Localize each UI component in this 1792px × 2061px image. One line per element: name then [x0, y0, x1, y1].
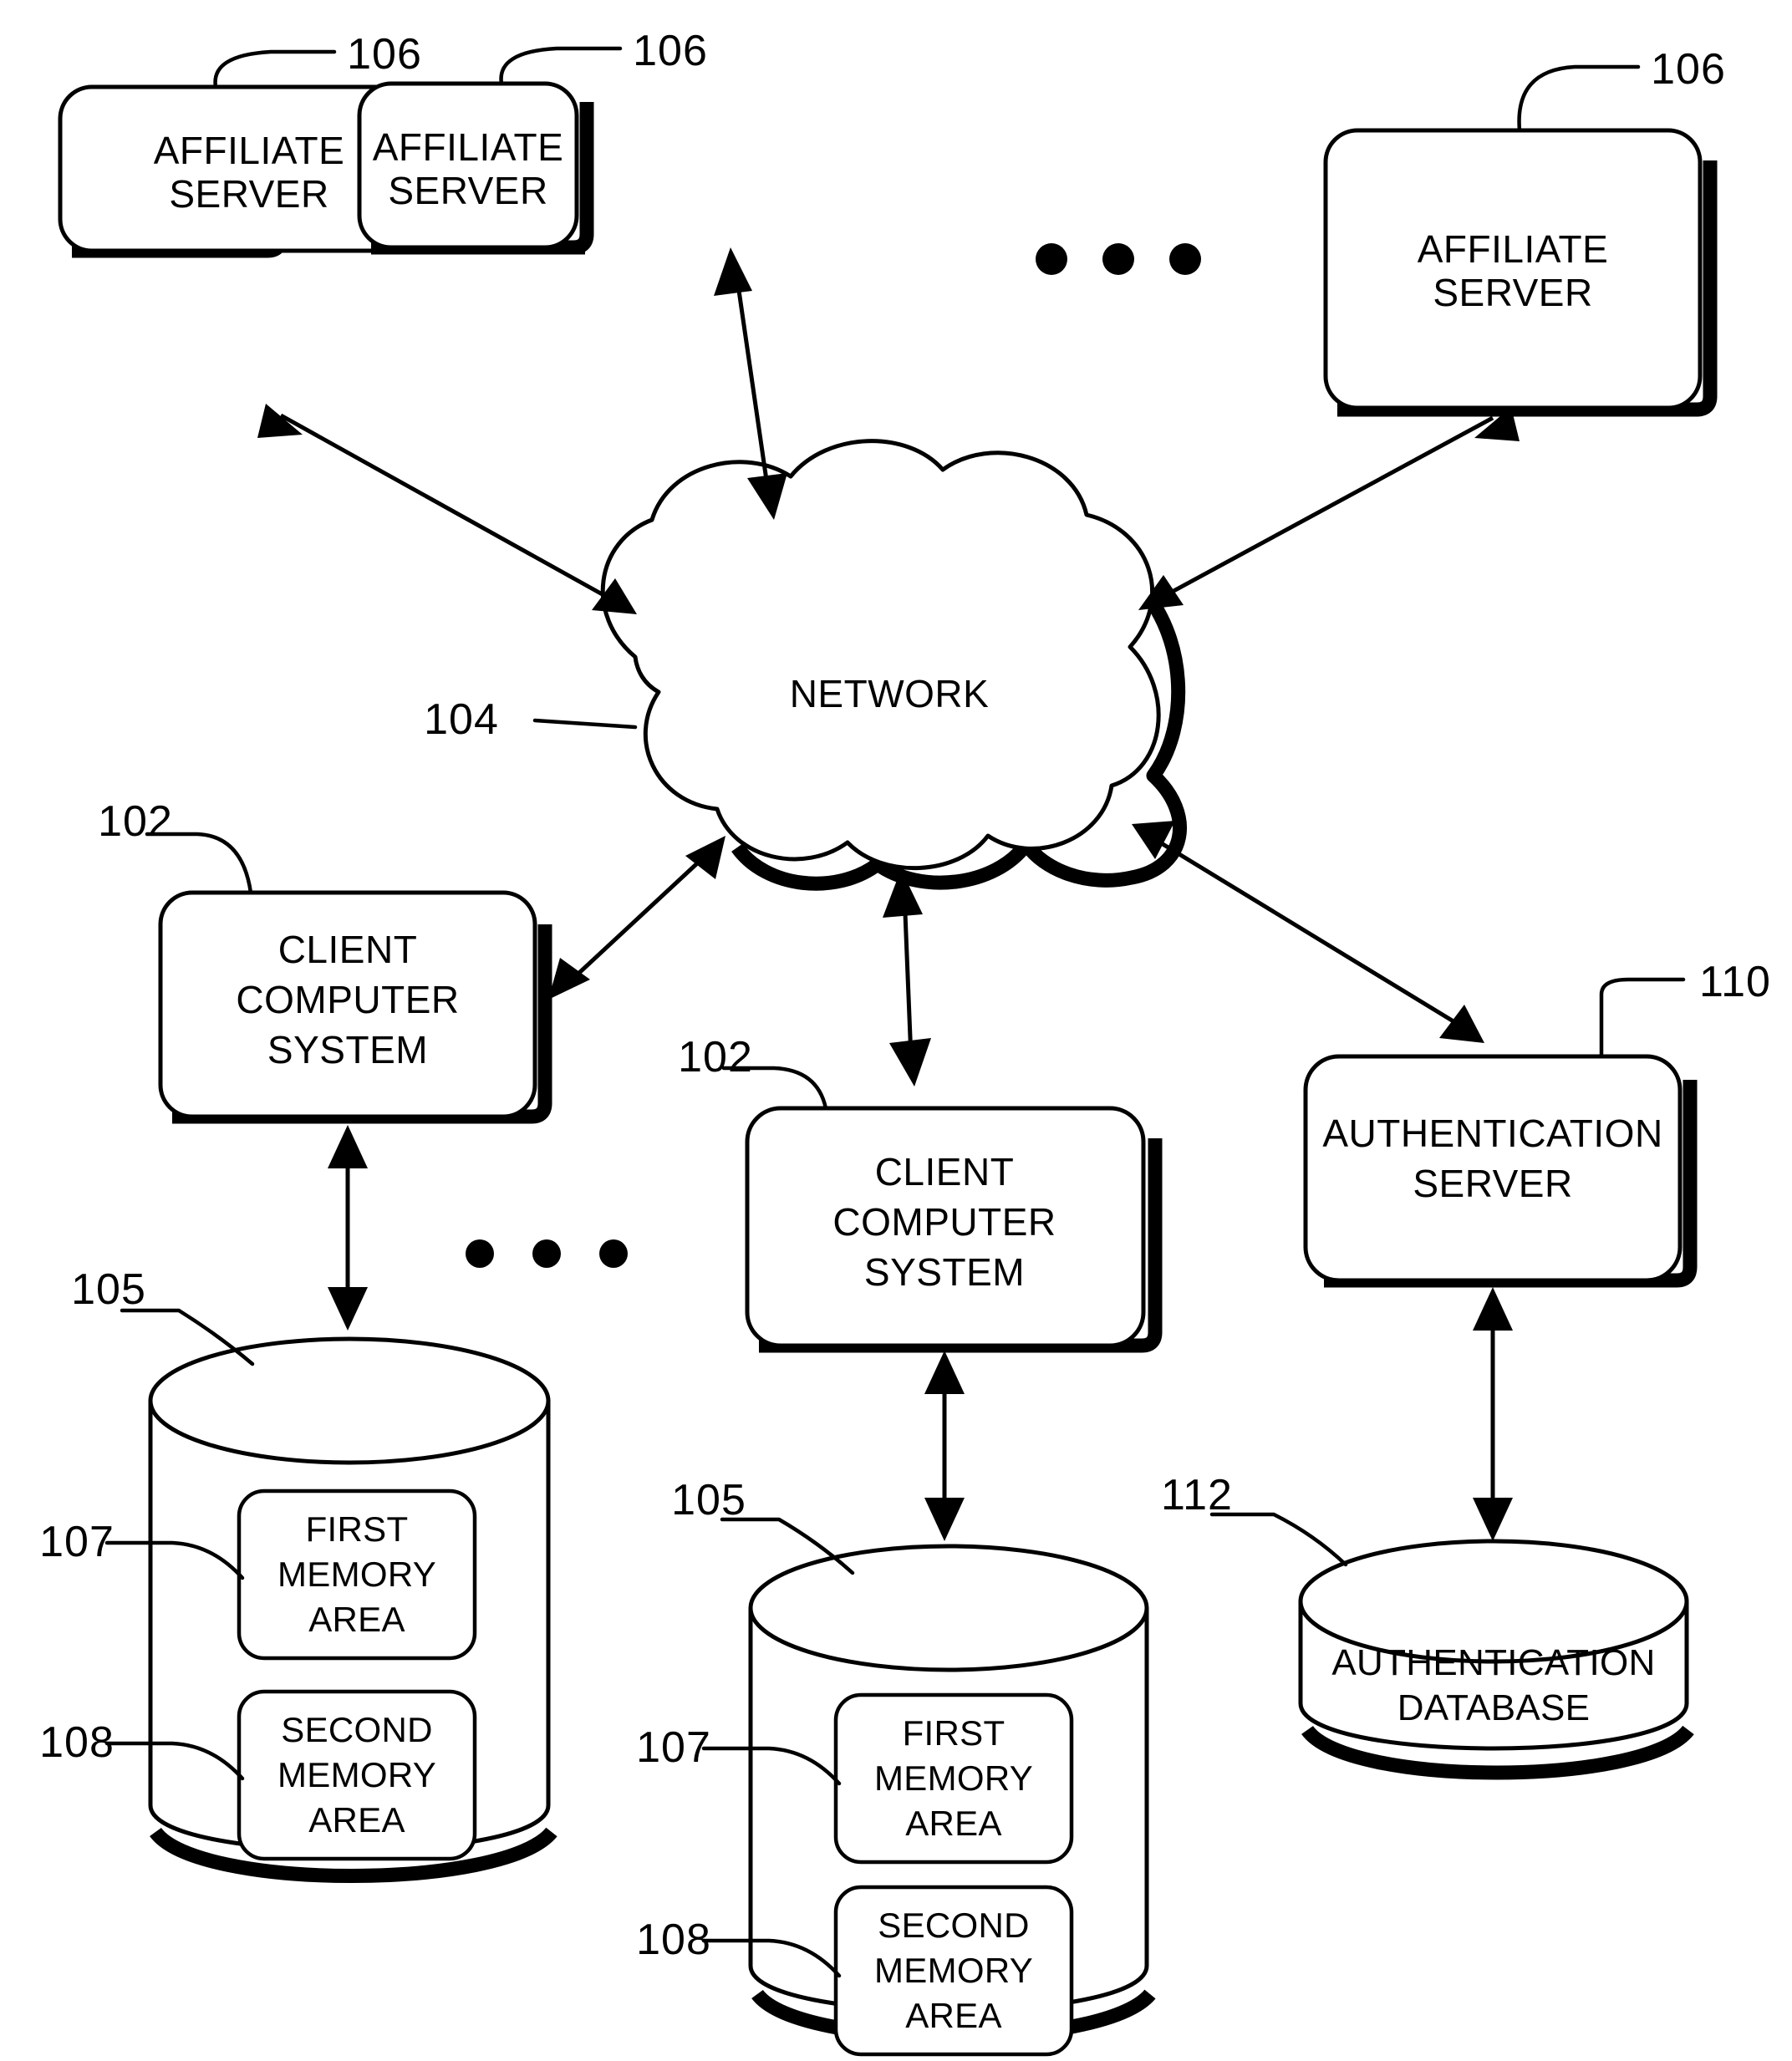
second-memory-area-1-ref: 108	[39, 1718, 115, 1767]
first-memory-area-1-label-line1: FIRST	[306, 1509, 409, 1549]
network-cloud[interactable]: NETWORK 104	[424, 439, 1187, 891]
arrow-affiliate1-cloud	[257, 404, 637, 614]
client-computer-system-1[interactable]: CLIENT COMPUTER SYSTEM 102	[98, 797, 552, 1124]
affiliate-server-2-leader	[499, 46, 623, 86]
network-cloud-label: NETWORK	[790, 672, 990, 715]
client-computer-system-1-ref: 102	[98, 797, 173, 846]
arrow-cloud-authserver-head-right	[1439, 1005, 1484, 1043]
ellipsis-dot-lower-1	[466, 1239, 494, 1268]
second-memory-area-1-label-line2: MEMORY	[277, 1755, 436, 1794]
arrow-client1-cloud-head-right	[685, 836, 725, 879]
first-memory-area-2-label-line1: FIRST	[903, 1713, 1005, 1753]
client-memory-1-ref: 105	[71, 1265, 146, 1314]
arrow-authserver-authdb	[1473, 1287, 1513, 1541]
first-memory-area-2-label-line3: AREA	[905, 1804, 1002, 1843]
affiliate-server-1-leader	[213, 49, 337, 89]
network-architecture-diagram: AFFILIATE SERVER 106 AFFILIATE SERVER 10…	[39, 27, 1771, 2057]
first-memory-area-1-label-line3: AREA	[308, 1600, 405, 1639]
arrow-client2-memory2-head-up	[924, 1351, 965, 1394]
client-memory-1-top-ellipse	[148, 1336, 551, 1465]
arrow-client2-cloud-line	[902, 892, 914, 1059]
client-computer-system-1-label-line1: CLIENT	[278, 928, 418, 971]
arrow-client1-cloud-line	[567, 852, 709, 985]
arrow-affiliate1-cloud-line	[279, 413, 622, 607]
affiliate-server-1-ref: 106	[347, 30, 422, 79]
client-computer-system-1-label-line2: COMPUTER	[236, 978, 459, 1021]
client-computer-system-1-label-line3: SYSTEM	[267, 1028, 428, 1071]
client-memory-2-top-ellipse	[748, 1544, 1149, 1672]
second-memory-area-1[interactable]: SECOND MEMORY AREA	[237, 1689, 477, 1861]
authentication-database-ref: 112	[1161, 1471, 1233, 1519]
network-cloud-shape[interactable]	[600, 439, 1161, 871]
authentication-database-label-line2: DATABASE	[1397, 1687, 1591, 1728]
affiliate-server-2-label-line2: SERVER	[388, 169, 547, 212]
client-computer-system-2-ref: 102	[678, 1033, 753, 1081]
client-system-ellipsis	[466, 1239, 628, 1268]
arrow-cloud-authserver-line	[1150, 835, 1466, 1030]
arrow-client2-cloud	[883, 869, 931, 1086]
arrow-client1-memory1-head-up	[328, 1125, 368, 1168]
client-computer-system-2-label-line3: SYSTEM	[864, 1250, 1025, 1294]
first-memory-area-1[interactable]: FIRST MEMORY AREA	[237, 1488, 477, 1661]
arrow-authserver-authdb-head-up	[1473, 1287, 1513, 1331]
ellipsis-dot-3	[1169, 243, 1201, 275]
authentication-server-label-line2: SERVER	[1413, 1162, 1572, 1205]
ellipsis-dot-lower-3	[599, 1239, 628, 1268]
first-memory-area-1-ref: 107	[39, 1518, 115, 1566]
arrow-client1-memory1	[328, 1125, 368, 1331]
second-memory-area-1-label-line3: AREA	[308, 1800, 405, 1840]
affiliate-server-2-ref: 106	[633, 27, 708, 75]
affiliate-server-2-label-line1: AFFILIATE	[373, 125, 564, 169]
authentication-database-leader	[1209, 1512, 1348, 1567]
affiliate-server-1-label-line2: SERVER	[169, 172, 328, 216]
first-memory-area-2-label-line2: MEMORY	[874, 1758, 1033, 1798]
ellipsis-dot-2	[1102, 243, 1134, 275]
arrow-authserver-authdb-head-down	[1473, 1498, 1513, 1541]
network-cloud-leader	[532, 718, 638, 730]
authentication-database[interactable]: AUTHENTICATION DATABASE 112	[1161, 1471, 1694, 1780]
authentication-server-leader	[1599, 977, 1686, 1059]
client-computer-system-2-label-line2: COMPUTER	[832, 1200, 1056, 1244]
authentication-server-ref: 110	[1699, 958, 1771, 1006]
affiliate-server-1-label-line1: AFFILIATE	[154, 129, 345, 172]
ellipsis-dot-lower-2	[532, 1239, 561, 1268]
arrow-client2-cloud-head-down	[889, 1038, 931, 1086]
first-memory-area-2[interactable]: FIRST MEMORY AREA	[833, 1692, 1074, 1865]
patent-figure: AFFILIATE SERVER 106 AFFILIATE SERVER 10…	[0, 0, 1792, 2061]
arrow-client2-memory2-head-down	[924, 1498, 965, 1541]
arrow-client2-memory2	[924, 1351, 965, 1541]
first-memory-area-1-label-line2: MEMORY	[277, 1555, 436, 1594]
affiliate-server-3-label-line2: SERVER	[1433, 271, 1592, 314]
arrow-client1-memory1-head-down	[328, 1287, 368, 1331]
affiliate-server-3-leader	[1517, 64, 1641, 133]
second-memory-area-2-label-line3: AREA	[905, 1996, 1002, 2035]
affiliate-server-3-label-line1: AFFILIATE	[1418, 227, 1609, 271]
affiliate-server-3[interactable]: AFFILIATE SERVER 106	[1323, 45, 1726, 417]
client-computer-system-2-label-line1: CLIENT	[875, 1150, 1015, 1193]
arrow-client1-cloud	[548, 836, 725, 1000]
first-memory-area-2-ref: 107	[636, 1723, 711, 1772]
arrow-affiliate1-cloud-head-up	[257, 404, 303, 438]
network-cloud-ref: 104	[424, 695, 499, 744]
second-memory-area-2-label-line1: SECOND	[878, 1906, 1030, 1945]
second-memory-area-2-label-line2: MEMORY	[874, 1951, 1033, 1990]
arrow-client1-cloud-head-left	[548, 958, 590, 1000]
client-memory-cylinder-2[interactable]: FIRST MEMORY AREA SECOND MEMORY AREA 105…	[636, 1476, 1156, 2057]
arrow-affiliate2-cloud-head-up	[714, 247, 752, 296]
authentication-server-label-line1: AUTHENTICATION	[1322, 1112, 1662, 1155]
second-memory-area-1-label-line1: SECOND	[281, 1710, 433, 1749]
arrow-affiliate3-cloud	[1138, 407, 1520, 610]
client-memory-2-ref: 105	[671, 1476, 746, 1524]
affiliate-server-ellipsis	[1036, 243, 1201, 275]
authentication-database-label-line1: AUTHENTICATION	[1331, 1642, 1655, 1683]
arrow-cloud-authserver	[1132, 821, 1484, 1043]
second-memory-area-2[interactable]: SECOND MEMORY AREA	[833, 1885, 1074, 2057]
second-memory-area-2-ref: 108	[636, 1916, 711, 1964]
arrow-affiliate3-cloud-line	[1155, 415, 1494, 603]
authentication-server[interactable]: AUTHENTICATION SERVER 110	[1303, 958, 1771, 1288]
ellipsis-dot-1	[1036, 243, 1067, 275]
affiliate-server-3-ref: 106	[1651, 45, 1726, 94]
client-memory-cylinder-1[interactable]: FIRST MEMORY AREA SECOND MEMORY AREA 105…	[39, 1265, 557, 1883]
